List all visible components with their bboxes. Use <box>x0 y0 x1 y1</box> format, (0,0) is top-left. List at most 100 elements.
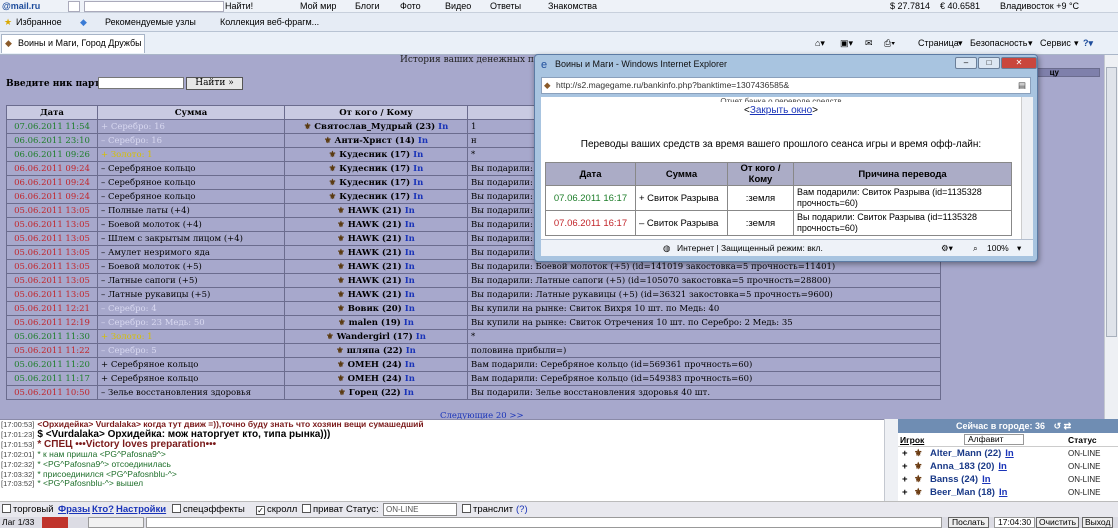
info-link[interactable]: In <box>413 192 423 202</box>
scroll-checkbox[interactable]: ✓ скролл <box>256 502 297 517</box>
sort-select[interactable]: Алфавит <box>964 434 1024 445</box>
player-name[interactable]: Anna_183 (20) In <box>930 460 1007 473</box>
minimize-button[interactable]: – <box>955 57 977 69</box>
home-icon[interactable]: ⌂▾ <box>815 32 825 54</box>
page-scrollbar[interactable] <box>1104 55 1118 419</box>
player-name[interactable]: Alter_Mann (22) In <box>930 447 1014 460</box>
tools-menu[interactable]: Сервис <box>1040 32 1071 54</box>
chat-input[interactable] <box>146 517 942 528</box>
favorites-button[interactable]: Избранное <box>16 13 62 31</box>
who-link[interactable]: Кто? <box>92 502 114 517</box>
find-button[interactable]: Найти! <box>225 0 253 12</box>
popup-scrollbar[interactable] <box>1021 97 1033 239</box>
player-name[interactable]: Banss (24) In <box>930 473 991 486</box>
browser-tab[interactable]: ◆ Воины и Маги, Город Дружбы <box>1 34 145 53</box>
protected-mode-icon[interactable]: ⚙▾ <box>941 240 953 256</box>
row-who-name[interactable]: Анти-Христ (14) <box>335 136 415 146</box>
info-link[interactable]: In <box>405 290 415 300</box>
address-bar[interactable]: ◆ http://s2.magegame.ru/bankinfo.php?ban… <box>541 77 1031 94</box>
add-favorite-icon[interactable]: ◆ <box>80 13 87 31</box>
page-menu[interactable]: Страница <box>918 32 959 54</box>
webslice-gallery-link[interactable]: Коллекция веб-фрагм... <box>220 13 319 31</box>
search-icon[interactable] <box>68 1 80 12</box>
plus-icon[interactable]: + <box>902 486 908 499</box>
row-who-name[interactable]: Кудесник (17) <box>339 150 410 160</box>
mail-icon[interactable]: ✉ <box>865 32 873 54</box>
chat-scrollbar[interactable] <box>884 419 898 501</box>
info-link[interactable]: In <box>405 276 415 286</box>
row-who-name[interactable]: ОМЕН (24) <box>348 374 402 384</box>
answers-link[interactable]: Ответы <box>490 0 521 12</box>
color-picker[interactable] <box>42 517 68 528</box>
partner-find-button[interactable]: Найти » <box>186 77 243 90</box>
row-who-name[interactable]: Вовик (20) <box>348 304 402 314</box>
status-select[interactable]: ON-LINE <box>383 503 457 516</box>
row-who-name[interactable]: Wandergirl (17) <box>337 332 413 342</box>
effects-checkbox[interactable]: спецэффекты <box>172 502 245 517</box>
plus-icon[interactable]: + <box>902 447 908 460</box>
page-scrollbar-thumb[interactable] <box>1106 67 1117 337</box>
info-link[interactable]: In <box>406 346 416 356</box>
info-link[interactable]: In <box>413 150 423 160</box>
page-compat-icon[interactable]: ▤ <box>1018 78 1026 93</box>
send-button[interactable]: Послать <box>948 517 989 528</box>
player-name[interactable]: Beer_Man (18) In <box>930 486 1007 499</box>
search-input[interactable] <box>84 1 224 12</box>
row-who-name[interactable]: Горец (22) <box>349 388 401 398</box>
maximize-button[interactable]: □ <box>978 57 1000 69</box>
nick-field[interactable] <box>88 517 144 528</box>
row-who-name[interactable]: HAWK (21) <box>348 206 402 216</box>
info-link[interactable]: In <box>405 360 415 370</box>
row-who-name[interactable]: HAWK (21) <box>348 262 402 272</box>
row-who-name[interactable]: malen (19) <box>349 318 401 328</box>
refresh-icon[interactable]: ↺ ⇄ <box>1054 421 1072 431</box>
info-link[interactable]: In <box>416 332 426 342</box>
row-who-name[interactable]: HAWK (21) <box>348 276 402 286</box>
info-link[interactable]: In <box>405 220 415 230</box>
info-link[interactable]: In <box>418 136 428 146</box>
row-who-name[interactable]: ОМЕН (24) <box>348 360 402 370</box>
zoom-arrow-icon[interactable]: ▾ <box>1017 240 1021 256</box>
next-page-link[interactable]: Следующие 20 >> <box>440 411 524 419</box>
mailru-logo[interactable]: @mail.ru <box>2 0 40 12</box>
info-link[interactable]: In <box>405 206 415 216</box>
info-link[interactable]: In <box>1005 448 1013 459</box>
clear-button[interactable]: Очистить <box>1036 517 1080 528</box>
close-button[interactable]: ✕ <box>1001 57 1037 69</box>
plus-icon[interactable]: + <box>902 473 908 486</box>
dating-link[interactable]: Знакомства <box>548 0 597 12</box>
info-link[interactable]: In <box>405 304 415 314</box>
photo-link[interactable]: Фото <box>400 0 421 12</box>
my-world-link[interactable]: Мой мир <box>300 0 336 12</box>
feeds-icon[interactable]: ▣▾ <box>840 32 853 54</box>
online-player[interactable]: + ⚜ Anna_183 (20) In ON-LINE <box>898 460 1118 473</box>
info-link[interactable]: In <box>982 474 990 485</box>
exit-button[interactable]: Выход <box>1082 517 1114 528</box>
info-link[interactable]: In <box>405 234 415 244</box>
row-who-name[interactable]: шляпа (22) <box>347 346 403 356</box>
weather-widget[interactable]: Владивосток +9 °C <box>1000 0 1079 12</box>
row-who-name[interactable]: HAWK (21) <box>348 234 402 244</box>
close-window-link[interactable]: Закрыть окно <box>750 105 812 116</box>
info-link[interactable]: In <box>413 178 423 188</box>
blogs-link[interactable]: Блоги <box>355 0 379 12</box>
row-who-name[interactable]: Кудесник (17) <box>339 178 410 188</box>
info-link[interactable]: In <box>405 374 415 384</box>
online-player[interactable]: + ⚜ Banss (24) In ON-LINE <box>898 473 1118 486</box>
private-checkbox[interactable]: приват <box>302 502 343 517</box>
settings-link[interactable]: Настройки <box>116 502 166 517</box>
row-who-name[interactable]: Кудесник (17) <box>339 192 410 202</box>
row-who-name[interactable]: Кудесник (17) <box>339 164 410 174</box>
safety-menu[interactable]: Безопасность <box>970 32 1027 54</box>
info-link[interactable]: In <box>998 461 1006 472</box>
help-link[interactable]: (?) <box>516 502 528 517</box>
help-icon[interactable]: ?▾ <box>1083 32 1093 54</box>
info-link[interactable]: In <box>438 122 448 132</box>
row-who-name[interactable]: Святослав_Мудрый (23) <box>314 122 435 132</box>
online-player[interactable]: + ⚜ Alter_Mann (22) In ON-LINE <box>898 447 1118 460</box>
zoom-level[interactable]: 100% <box>987 240 1009 256</box>
info-link[interactable]: In <box>413 164 423 174</box>
recommended-sites-link[interactable]: Рекомендуемые узлы <box>105 13 196 31</box>
translit-checkbox[interactable]: транслит <box>462 502 513 517</box>
trade-checkbox[interactable]: торговый <box>2 502 54 517</box>
